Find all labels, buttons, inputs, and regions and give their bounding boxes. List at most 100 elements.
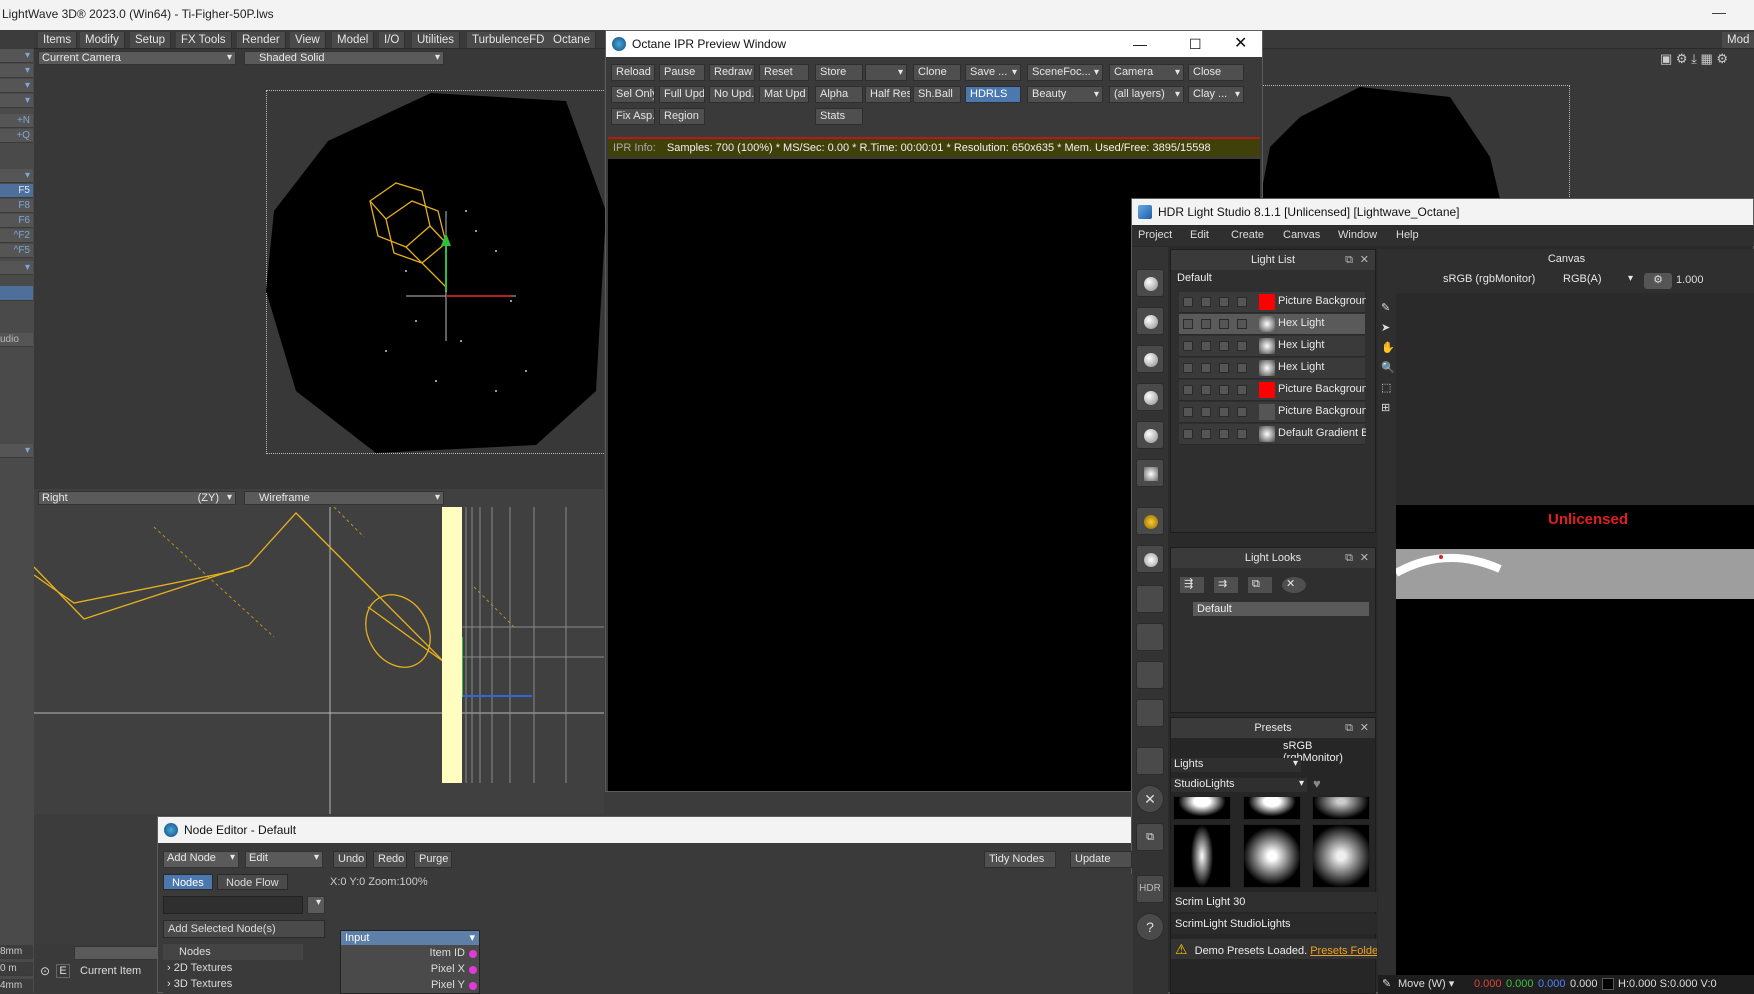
tab-nodes[interactable]: Nodes <box>163 874 213 890</box>
reflection-light-icon[interactable] <box>1136 383 1164 411</box>
preset-thumb[interactable] <box>1312 796 1370 820</box>
clone-button[interactable]: Clone <box>913 64 961 81</box>
toolbar-dropdown[interactable]: ▾ <box>0 261 33 275</box>
canvas-channel-select[interactable]: RGB(A) <box>1560 273 1636 287</box>
lock-toggle-icon[interactable] <box>1219 363 1229 373</box>
brush-icon[interactable]: ✎ <box>1381 301 1390 314</box>
tab-render[interactable]: Render <box>237 32 286 48</box>
key-add-null[interactable]: +N <box>0 114 33 128</box>
layers-select[interactable]: (all layers) <box>1109 86 1184 103</box>
solo-toggle-icon[interactable] <box>1201 319 1211 329</box>
gizmo-icon[interactable] <box>1136 507 1164 535</box>
toolbar-dropdown[interactable]: ▾ <box>0 79 33 93</box>
expand-icon[interactable]: › <box>167 962 171 974</box>
viewport-tool-icons[interactable]: ▣ ⚙ ⤓ ▦ ⚙ <box>1660 51 1728 67</box>
light-list-item[interactable]: Hex Light <box>1179 314 1365 335</box>
collapse-icon[interactable]: ▾ <box>469 931 475 945</box>
favorite-icon[interactable]: ♥ <box>1313 776 1321 791</box>
layer-toggle-icon[interactable] <box>1237 341 1247 351</box>
camera-select[interactable]: Current Camera <box>38 51 236 65</box>
picture-icon[interactable] <box>1136 623 1164 651</box>
light-list-item[interactable]: Picture Backgroun... <box>1179 402 1366 423</box>
menu-canvas[interactable]: Canvas <box>1283 229 1320 241</box>
move-mode-select[interactable]: Move (W) ▾ <box>1398 975 1470 994</box>
node-search-input[interactable] <box>163 896 303 914</box>
presets-folder-link[interactable]: Presets Folder <box>1310 945 1377 957</box>
lock-toggle-icon[interactable] <box>1219 297 1229 307</box>
preset-thumb[interactable] <box>1243 796 1301 820</box>
tab-items[interactable]: Items <box>38 32 78 48</box>
layers-icon[interactable] <box>1136 747 1164 775</box>
eye-icon[interactable]: ⊙ <box>40 964 50 978</box>
shader-ball-button[interactable]: Sh.Ball <box>913 86 961 103</box>
lock-toggle-icon[interactable] <box>1219 429 1229 439</box>
visibility-toggle-icon[interactable] <box>1183 297 1193 307</box>
zoom-region-icon[interactable]: ⬚ <box>1381 381 1391 394</box>
lock-toggle-icon[interactable] <box>1219 341 1229 351</box>
visibility-toggle-icon[interactable] <box>1183 385 1193 395</box>
wireframe-select[interactable]: Wireframe <box>244 491 444 505</box>
solo-toggle-icon[interactable] <box>1201 407 1211 417</box>
tree-item-2d-textures[interactable]: › 2D Textures <box>163 960 303 976</box>
port-dot[interactable] <box>469 950 477 958</box>
gradient-icon[interactable] <box>1136 585 1164 613</box>
scene-focus-select[interactable]: SceneFoc... <box>1027 64 1103 81</box>
panel-icon[interactable] <box>1136 661 1164 689</box>
render-pass-select[interactable]: Beauty <box>1027 86 1103 103</box>
store-slot-select[interactable] <box>865 64 907 81</box>
solo-toggle-icon[interactable] <box>1201 297 1211 307</box>
light-list-item[interactable]: Default Gradient B... <box>1179 424 1366 445</box>
reload-button[interactable]: Reload <box>611 64 655 81</box>
redo-button[interactable]: Redo <box>373 851 407 868</box>
add-look-icon[interactable]: ⇶ <box>1179 576 1205 594</box>
fix-aspect-button[interactable]: Fix Asp. <box>611 108 655 125</box>
lightpaint-icon[interactable] <box>1136 459 1164 487</box>
key-ctrl-f5[interactable]: ^F5 <box>0 244 33 258</box>
tidy-nodes-button[interactable]: Tidy Nodes <box>984 851 1056 868</box>
update-button[interactable]: Update <box>1070 851 1132 868</box>
add-node-select[interactable]: Add Node <box>163 851 239 868</box>
zoom-icon[interactable]: 🔍 <box>1381 361 1395 374</box>
menu-project[interactable]: Project <box>1138 229 1172 241</box>
tab-view[interactable]: View <box>290 32 326 48</box>
undock-icon[interactable]: ⧉ <box>1345 718 1353 738</box>
tab-turbulencefd[interactable]: TurbulenceFD <box>467 32 551 48</box>
reset-button[interactable]: Reset <box>759 64 809 81</box>
lock-toggle-icon[interactable] <box>1219 407 1229 417</box>
viewport-camera[interactable]: Current Camera Shaded Solid <box>34 49 606 489</box>
key-f5[interactable]: F5 <box>0 184 33 198</box>
menu-help[interactable]: Help <box>1396 229 1419 241</box>
undock-icon[interactable]: ⧉ <box>1345 250 1353 270</box>
visibility-toggle-icon[interactable] <box>1183 363 1193 373</box>
pause-button[interactable]: Pause <box>659 64 705 81</box>
key-ctrl-f2[interactable]: ^F2 <box>0 229 33 243</box>
area-light-icon[interactable] <box>1136 421 1164 449</box>
undock-icon[interactable]: ⧉ <box>1345 548 1353 568</box>
remove-icon[interactable]: ✕ <box>1136 785 1164 813</box>
visibility-toggle-icon[interactable] <box>1183 407 1193 417</box>
rim-light-icon[interactable] <box>1136 345 1164 373</box>
solo-toggle-icon[interactable] <box>1201 363 1211 373</box>
tab-io[interactable]: I/O <box>379 32 406 48</box>
toolbar-dropdown[interactable]: ▾ <box>0 64 33 78</box>
hdrls-button[interactable]: HDRLS <box>965 86 1021 103</box>
layer-toggle-icon[interactable] <box>1237 407 1247 417</box>
toolbar-dropdown[interactable]: ▾ <box>0 169 33 183</box>
port-dot[interactable] <box>469 982 477 990</box>
add-look-variant-icon[interactable]: ⇉ <box>1213 576 1239 594</box>
save-select[interactable]: Save ... <box>965 64 1021 81</box>
toolbar-selected-item[interactable] <box>0 286 33 301</box>
tab-utilities[interactable]: Utilities <box>412 32 461 48</box>
add-selected-nodes-button[interactable]: Add Selected Node(s) <box>163 920 325 938</box>
visibility-toggle-icon[interactable] <box>1183 341 1193 351</box>
close-icon[interactable]: ✕ <box>1360 250 1369 270</box>
half-res-button[interactable]: Half Res <box>865 86 911 103</box>
layer-toggle-icon[interactable] <box>1237 429 1247 439</box>
light-list-item[interactable]: Picture Backgroun... <box>1179 380 1366 401</box>
maximize-icon[interactable]: ☐ <box>1189 31 1202 57</box>
hand-icon[interactable]: ✋ <box>1381 341 1395 354</box>
layer-toggle-icon[interactable] <box>1237 363 1247 373</box>
expand-icon[interactable]: › <box>167 978 171 990</box>
light-list-item[interactable]: Hex Light <box>1179 336 1365 357</box>
preset-thumb[interactable] <box>1243 824 1301 888</box>
